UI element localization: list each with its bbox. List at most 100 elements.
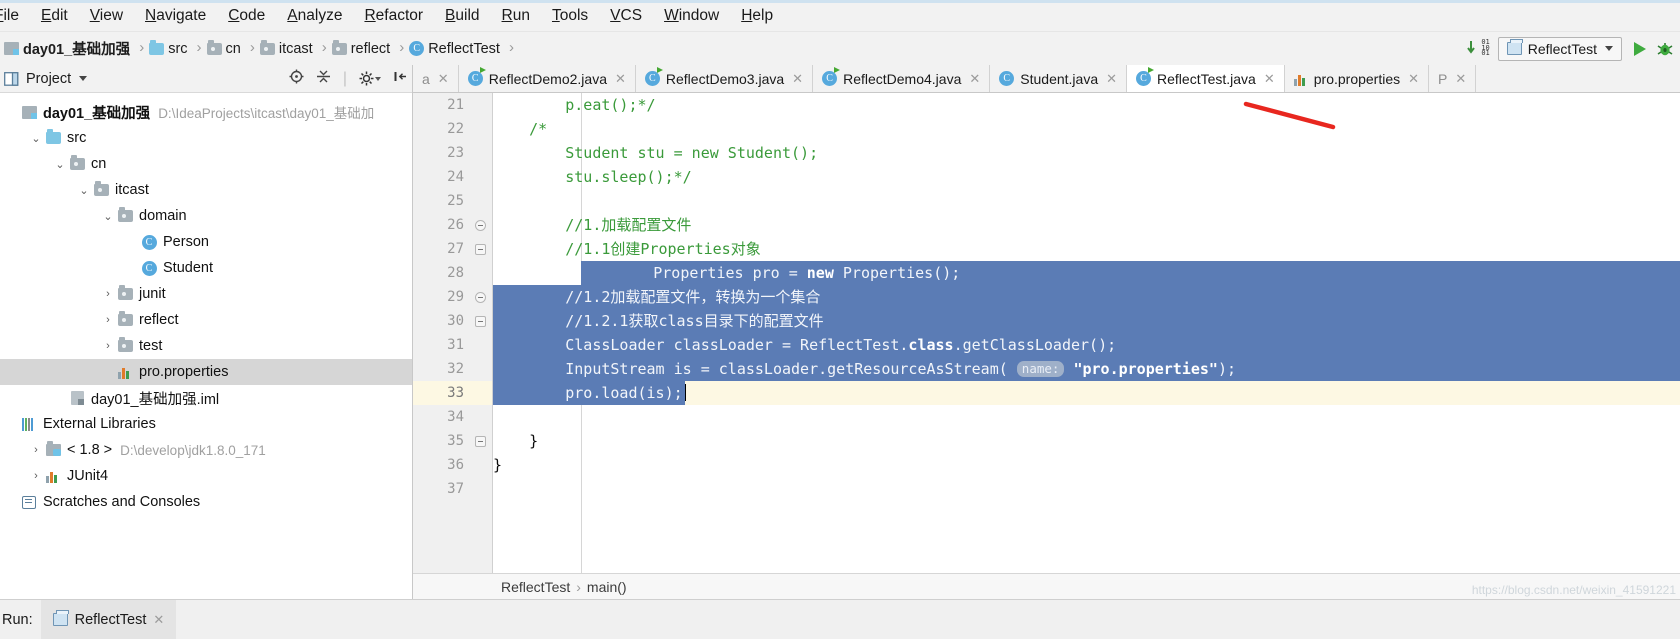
tree-node[interactable]: C Person xyxy=(0,229,412,255)
code-line[interactable]: } xyxy=(493,429,1680,453)
code-line[interactable]: /* xyxy=(493,117,1680,141)
breadcrumb-item-ReflectTest[interactable]: C ReflectTest xyxy=(409,41,504,57)
code-line[interactable]: //1.加载配置文件 xyxy=(493,213,1680,237)
line-number[interactable]: 23 xyxy=(413,141,492,165)
fold-toggle-icon[interactable] xyxy=(475,220,486,231)
menu-item-refactor[interactable]: Refactor xyxy=(353,5,434,27)
close-icon[interactable]: ✕ xyxy=(969,71,980,87)
line-number[interactable]: 25 xyxy=(413,189,492,213)
line-number[interactable]: 37 xyxy=(413,477,492,501)
fold-toggle-icon[interactable] xyxy=(475,244,486,255)
settings-icon[interactable] xyxy=(359,71,381,86)
menu-item-file[interactable]: File xyxy=(0,5,30,27)
editor-tab-a[interactable]: a ✕ xyxy=(413,65,459,92)
code-content[interactable]: I p.eat();*/ /* Student stu = new Studen… xyxy=(493,93,1680,573)
editor-tab-student-java[interactable]: C Student.java ✕ xyxy=(990,65,1128,92)
menu-item-navigate[interactable]: Navigate xyxy=(134,5,217,27)
breadcrumb-item-cn[interactable]: cn xyxy=(206,39,245,57)
code-line[interactable]: pro.load(is); xyxy=(493,381,1680,405)
close-icon[interactable]: ✕ xyxy=(438,71,449,87)
close-icon[interactable]: ✕ xyxy=(1264,71,1275,87)
line-number[interactable]: 21 xyxy=(413,93,492,117)
code-line[interactable]: //1.2.1获取class目录下的配置文件 xyxy=(493,309,1680,333)
menu-item-vcs[interactable]: VCS xyxy=(599,5,653,27)
tree-node[interactable]: ⌄ domain xyxy=(0,203,412,229)
line-number[interactable]: 33 xyxy=(413,381,492,405)
code-line[interactable]: } xyxy=(493,453,1680,477)
fold-toggle-icon[interactable] xyxy=(475,316,486,327)
breadcrumb-item-itcast[interactable]: itcast xyxy=(259,39,317,57)
chevron-down-icon[interactable]: ⌄ xyxy=(100,210,116,223)
code-line[interactable]: Properties pro = new Properties(); xyxy=(493,261,1680,285)
code-line[interactable]: Student stu = new Student(); xyxy=(493,141,1680,165)
menu-item-window[interactable]: Window xyxy=(653,5,730,27)
chevron-right-icon[interactable]: › xyxy=(28,444,44,456)
code-line[interactable] xyxy=(493,405,1680,429)
breadcrumb-class[interactable]: ReflectTest xyxy=(501,579,570,595)
chevron-down-icon[interactable]: ⌄ xyxy=(76,184,92,197)
locate-icon[interactable] xyxy=(289,69,304,89)
line-number[interactable]: 28 xyxy=(413,261,492,285)
code-line[interactable]: p.eat();*/ xyxy=(493,93,1680,117)
line-number[interactable]: 22 xyxy=(413,117,492,141)
code-line[interactable] xyxy=(493,477,1680,501)
project-view-chevron-icon[interactable] xyxy=(79,76,88,81)
breadcrumb-item-day01_基础加强[interactable]: day01_基础加强 xyxy=(4,38,134,59)
hide-icon[interactable] xyxy=(393,69,408,89)
editor-tab-reflecttest-java[interactable]: C ReflectTest.java ✕ xyxy=(1127,65,1285,92)
chevron-down-icon[interactable]: ⌄ xyxy=(52,158,68,171)
code-line[interactable]: //1.1创建Properties对象 xyxy=(493,237,1680,261)
code-line[interactable]: //1.2加载配置文件，转换为一个集合 xyxy=(493,285,1680,309)
tree-node[interactable]: C Student xyxy=(0,255,412,281)
run-tab[interactable]: ReflectTest ✕ xyxy=(40,600,177,639)
line-number[interactable]: 36 xyxy=(413,453,492,477)
breadcrumb-item-src[interactable]: src xyxy=(149,39,191,57)
chevron-right-icon[interactable]: › xyxy=(100,340,116,352)
tree-node[interactable]: › < 1.8 > D:\develop\jdk1.8.0_171 xyxy=(0,437,412,463)
tree-node[interactable]: day01_基础加强 D:\IdeaProjects\itcast\day01_基… xyxy=(0,99,412,125)
line-number[interactable]: 34 xyxy=(413,405,492,429)
chevron-right-icon[interactable]: › xyxy=(100,288,116,300)
debug-icon[interactable] xyxy=(1656,40,1674,58)
close-icon[interactable]: ✕ xyxy=(792,71,803,87)
chevron-down-icon[interactable]: ⌄ xyxy=(28,132,44,145)
fold-toggle-icon[interactable] xyxy=(475,292,486,303)
tree-node[interactable]: External Libraries xyxy=(0,411,412,437)
menu-item-edit[interactable]: Edit xyxy=(30,5,79,27)
line-number[interactable]: 31 xyxy=(413,333,492,357)
menu-item-run[interactable]: Run xyxy=(491,5,541,27)
editor-tab-reflectdemo4-java[interactable]: C ReflectDemo4.java ✕ xyxy=(813,65,991,92)
menu-item-build[interactable]: Build xyxy=(434,5,490,27)
editor-tab-p[interactable]: P ✕ xyxy=(1429,65,1477,92)
breadcrumb-item-reflect[interactable]: reflect xyxy=(331,39,395,57)
tree-node[interactable]: day01_基础加强.iml xyxy=(0,385,412,411)
chevron-right-icon[interactable]: › xyxy=(100,314,116,326)
menu-item-view[interactable]: View xyxy=(79,5,134,27)
tree-node[interactable]: ⌄ itcast xyxy=(0,177,412,203)
code-line[interactable] xyxy=(493,189,1680,213)
code-line[interactable]: ClassLoader classLoader = ReflectTest.cl… xyxy=(493,333,1680,357)
editor-gutter[interactable]: 21 22 23 24 25 26 27 28 29 30 31 32 33 34 35 36 37 xyxy=(413,93,493,573)
tree-node[interactable]: › junit xyxy=(0,281,412,307)
close-icon[interactable]: ✕ xyxy=(1408,71,1419,87)
tree-node[interactable]: Scratches and Consoles xyxy=(0,489,412,515)
tree-node[interactable]: ⌄ cn xyxy=(0,151,412,177)
line-number[interactable]: 32 xyxy=(413,357,492,381)
run-configuration-selector[interactable]: ReflectTest xyxy=(1497,36,1622,61)
tree-node[interactable]: › JUnit4 xyxy=(0,463,412,489)
menu-item-code[interactable]: Code xyxy=(217,5,276,27)
close-icon[interactable]: ✕ xyxy=(153,612,164,628)
compile-icon[interactable]: 01 10 01 xyxy=(1467,39,1490,57)
close-icon[interactable]: ✕ xyxy=(615,71,626,87)
collapse-all-icon[interactable] xyxy=(316,69,331,89)
menu-item-analyze[interactable]: Analyze xyxy=(276,5,353,27)
run-icon[interactable] xyxy=(1630,40,1648,58)
editor-tab-reflectdemo2-java[interactable]: C ReflectDemo2.java ✕ xyxy=(458,65,636,92)
close-icon[interactable]: ✕ xyxy=(1106,71,1117,87)
tree-node-selected[interactable]: pro.properties xyxy=(0,359,412,385)
close-icon[interactable]: ✕ xyxy=(1455,71,1466,87)
project-tree[interactable]: day01_基础加强 D:\IdeaProjects\itcast\day01_基… xyxy=(0,93,412,599)
code-line[interactable]: stu.sleep();*/ xyxy=(493,165,1680,189)
tree-node[interactable]: › test xyxy=(0,333,412,359)
chevron-right-icon[interactable]: › xyxy=(28,470,44,482)
